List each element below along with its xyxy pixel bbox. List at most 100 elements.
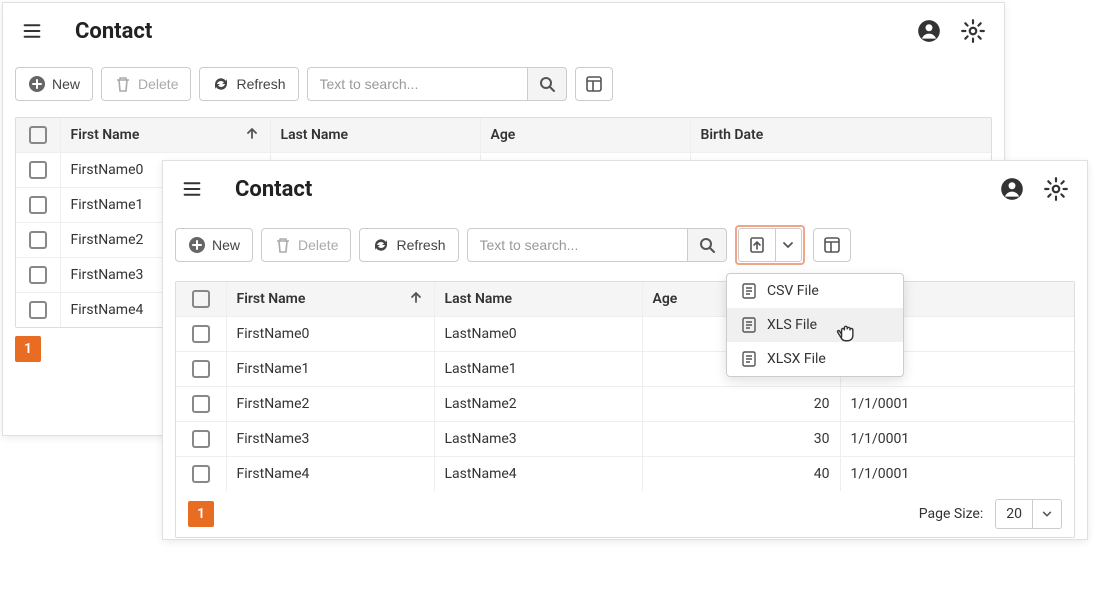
export-dropdown-toggle[interactable] — [776, 228, 802, 262]
refresh-button[interactable]: Refresh — [199, 67, 298, 101]
checkbox-icon — [192, 430, 210, 448]
checkbox-icon — [29, 196, 47, 214]
select-all-header[interactable] — [176, 282, 226, 317]
grid: First Name Last Name Age Date FirstName0… — [175, 281, 1075, 538]
col-last-name[interactable]: Last Name — [270, 118, 480, 153]
plus-icon — [188, 236, 206, 254]
checkbox-icon — [29, 301, 47, 319]
cell-last-name: LastName2 — [434, 387, 642, 422]
page-title: Contact — [235, 177, 312, 202]
toolbar: New Delete Refresh — [3, 59, 1004, 117]
refresh-label: Refresh — [396, 237, 445, 253]
row-checkbox[interactable] — [16, 223, 60, 258]
row-checkbox[interactable] — [16, 293, 60, 328]
cell-first-name: FirstName4 — [226, 457, 434, 492]
hamburger-menu-icon[interactable] — [21, 22, 43, 40]
export-option[interactable]: XLS File — [727, 308, 903, 342]
columns-icon — [585, 75, 603, 93]
delete-label: Delete — [298, 237, 338, 253]
export-button[interactable] — [738, 228, 776, 262]
search-group — [307, 67, 567, 101]
export-option[interactable]: XLSX File — [727, 342, 903, 376]
toolbar: New Delete Refresh — [163, 217, 1087, 281]
file-icon — [741, 282, 757, 300]
col-birth-date[interactable]: Birth Date — [690, 118, 991, 153]
table-row[interactable]: FirstName2LastName2201/1/0001 — [176, 387, 1074, 422]
hamburger-menu-icon[interactable] — [181, 180, 203, 198]
table-row[interactable]: FirstName4LastName4401/1/0001 — [176, 457, 1074, 492]
row-checkbox[interactable] — [176, 317, 226, 352]
cell-first-name: FirstName2 — [226, 387, 434, 422]
row-checkbox[interactable] — [16, 188, 60, 223]
checkbox-icon — [192, 290, 210, 308]
new-label: New — [52, 76, 80, 92]
table-row[interactable]: FirstName0LastName00001 — [176, 317, 1074, 352]
cell-age: 40 — [642, 457, 840, 492]
delete-button[interactable]: Delete — [101, 67, 191, 101]
user-icon[interactable] — [916, 18, 942, 44]
cell-age: 30 — [642, 422, 840, 457]
page-number[interactable]: 1 — [15, 336, 41, 362]
header: Contact — [3, 3, 1004, 59]
row-checkbox[interactable] — [16, 153, 60, 188]
user-icon[interactable] — [999, 176, 1025, 202]
checkbox-icon — [192, 465, 210, 483]
column-chooser-button[interactable] — [813, 228, 851, 262]
delete-button[interactable]: Delete — [261, 228, 351, 262]
export-dropdown: CSV File XLS File XLSX File — [726, 273, 904, 377]
refresh-button[interactable]: Refresh — [359, 228, 458, 262]
page-size-select[interactable]: 20 — [995, 499, 1062, 529]
header: Contact — [163, 161, 1087, 217]
search-icon — [699, 237, 715, 253]
plus-icon — [28, 75, 46, 93]
gear-icon[interactable] — [960, 18, 986, 44]
page-size-value: 20 — [996, 506, 1032, 522]
new-button[interactable]: New — [15, 67, 93, 101]
page-title: Contact — [75, 19, 152, 44]
col-first-name[interactable]: First Name — [226, 282, 434, 317]
header-row: First Name Last Name Age Birth Date — [16, 118, 991, 153]
cell-birth-date: 1/1/0001 — [840, 422, 1074, 457]
select-all-header[interactable] — [16, 118, 60, 153]
checkbox-icon — [192, 395, 210, 413]
checkbox-icon — [192, 360, 210, 378]
cell-birth-date: 1/1/0001 — [840, 457, 1074, 492]
file-icon — [741, 316, 757, 334]
row-checkbox[interactable] — [16, 258, 60, 293]
row-checkbox[interactable] — [176, 457, 226, 492]
col-first-name[interactable]: First Name — [60, 118, 270, 153]
search-button[interactable] — [687, 228, 727, 262]
page-number[interactable]: 1 — [188, 501, 214, 527]
search-input[interactable] — [467, 228, 687, 262]
table-row[interactable]: FirstName1LastName10001 — [176, 352, 1074, 387]
export-option[interactable]: CSV File — [727, 274, 903, 308]
window-front: Contact New Delete Refresh — [162, 160, 1088, 540]
export-option-label: XLSX File — [767, 351, 826, 367]
cell-first-name: FirstName3 — [226, 422, 434, 457]
checkbox-icon — [29, 126, 47, 144]
header-row: First Name Last Name Age Date — [176, 282, 1074, 317]
file-icon — [741, 350, 757, 368]
search-icon — [539, 76, 555, 92]
column-chooser-button[interactable] — [575, 67, 613, 101]
new-button[interactable]: New — [175, 228, 253, 262]
export-option-label: CSV File — [767, 283, 819, 299]
row-checkbox[interactable] — [176, 422, 226, 457]
table-row[interactable]: FirstName3LastName3301/1/0001 — [176, 422, 1074, 457]
cell-first-name: FirstName0 — [226, 317, 434, 352]
cell-first-name: FirstName1 — [226, 352, 434, 387]
export-split-button — [735, 225, 805, 265]
delete-label: Delete — [138, 76, 178, 92]
page-size-label: Page Size: — [919, 506, 984, 522]
cell-birth-date: 1/1/0001 — [840, 387, 1074, 422]
col-age[interactable]: Age — [480, 118, 690, 153]
sort-asc-icon — [246, 127, 258, 140]
col-last-name[interactable]: Last Name — [434, 282, 642, 317]
chevron-down-icon — [781, 238, 795, 252]
export-option-label: XLS File — [767, 317, 817, 333]
gear-icon[interactable] — [1043, 176, 1069, 202]
search-input[interactable] — [307, 67, 527, 101]
search-button[interactable] — [527, 67, 567, 101]
row-checkbox[interactable] — [176, 387, 226, 422]
row-checkbox[interactable] — [176, 352, 226, 387]
